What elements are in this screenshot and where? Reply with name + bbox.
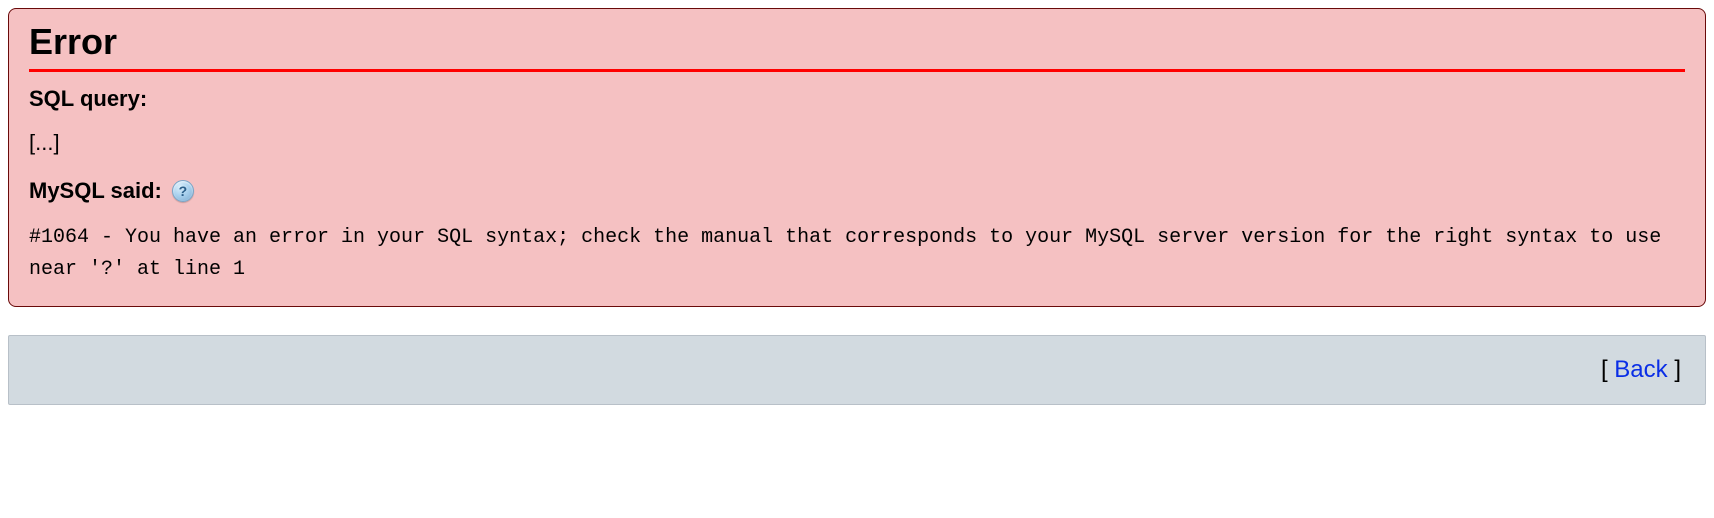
error-message: #1064 - You have an error in your SQL sy… — [29, 222, 1685, 286]
mysql-said-text: MySQL said: — [29, 178, 162, 204]
bracket-open: [ — [1601, 356, 1614, 383]
error-panel: Error SQL query: [...] MySQL said: ? #10… — [8, 8, 1706, 307]
error-title: Error — [29, 21, 1685, 72]
help-icon[interactable]: ? — [172, 180, 194, 202]
mysql-said-label: MySQL said: ? — [29, 178, 1685, 204]
footer-bar: [ Back ] — [8, 335, 1706, 405]
sql-query-text: [...] — [29, 130, 1685, 156]
bracket-close: ] — [1668, 356, 1681, 383]
sql-query-label: SQL query: — [29, 86, 1685, 112]
back-link[interactable]: Back — [1614, 356, 1667, 383]
